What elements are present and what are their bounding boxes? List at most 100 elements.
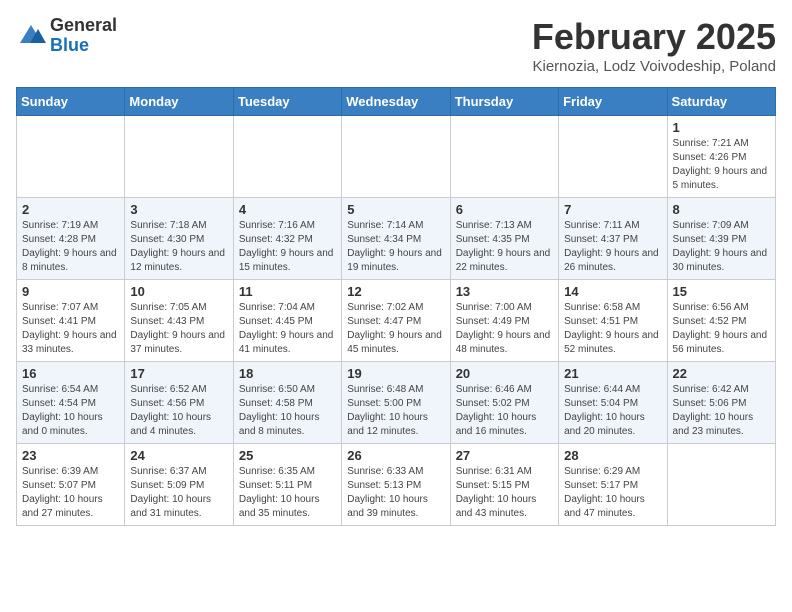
- calendar-week-1: 1 Sunrise: 7:21 AM Sunset: 4:26 PM Daylig…: [17, 116, 776, 198]
- day-number: 25: [239, 448, 336, 463]
- day-info: Sunrise: 6:37 AM Sunset: 5:09 PM Dayligh…: [130, 465, 227, 521]
- day-number: 28: [564, 448, 661, 463]
- day-number: 23: [22, 448, 119, 463]
- day-number: 5: [347, 202, 444, 217]
- day-info: Sunrise: 7:21 AM Sunset: 4:26 PM Dayligh…: [673, 137, 770, 193]
- day-number: 15: [673, 284, 770, 299]
- day-number: 20: [456, 366, 553, 381]
- calendar-cell: [667, 444, 775, 526]
- day-number: 9: [22, 284, 119, 299]
- logo-icon: [16, 21, 46, 51]
- day-info: Sunrise: 7:05 AM Sunset: 4:43 PM Dayligh…: [130, 301, 227, 357]
- calendar-cell: 15Sunrise: 6:56 AM Sunset: 4:52 PM Dayli…: [667, 280, 775, 362]
- calendar-cell: 10 Sunrise: 7:05 AM Sunset: 4:43 PM Dayli…: [125, 280, 233, 362]
- logo-text: General Blue: [50, 16, 117, 56]
- day-number: 21: [564, 366, 661, 381]
- day-number: 1: [673, 120, 770, 135]
- day-info: Sunrise: 7:09 AM Sunset: 4:39 PM Dayligh…: [673, 219, 770, 275]
- calendar-cell: [342, 116, 450, 198]
- day-info: Sunrise: 6:50 AM Sunset: 4:58 PM Dayligh…: [239, 383, 336, 439]
- calendar-subtitle: Kiernozia, Lodz Voivodeship, Poland: [532, 58, 776, 75]
- day-number: 14: [564, 284, 661, 299]
- day-info: Sunrise: 6:29 AM Sunset: 5:17 PM Dayligh…: [564, 465, 661, 521]
- day-info: Sunrise: 7:07 AM Sunset: 4:41 PM Dayligh…: [22, 301, 119, 357]
- day-number: 8: [673, 202, 770, 217]
- calendar-cell: 17Sunrise: 6:52 AM Sunset: 4:56 PM Dayli…: [125, 362, 233, 444]
- calendar-cell: 24 Sunrise: 6:37 AM Sunset: 5:09 PM Dayli…: [125, 444, 233, 526]
- calendar-week-2: 2 Sunrise: 7:19 AM Sunset: 4:28 PM Daylig…: [17, 198, 776, 280]
- day-info: Sunrise: 6:54 AM Sunset: 4:54 PM Dayligh…: [22, 383, 119, 439]
- calendar-cell: 11 Sunrise: 7:04 AM Sunset: 4:45 PM Dayli…: [233, 280, 341, 362]
- day-number: 4: [239, 202, 336, 217]
- calendar-cell: 9 Sunrise: 7:07 AM Sunset: 4:41 PM Daylig…: [17, 280, 125, 362]
- weekday-header-monday: Monday: [125, 88, 233, 116]
- day-number: 7: [564, 202, 661, 217]
- day-info: Sunrise: 6:46 AM Sunset: 5:02 PM Dayligh…: [456, 383, 553, 439]
- title-area: February 2025 Kiernozia, Lodz Voivodeshi…: [532, 16, 776, 75]
- day-number: 16: [22, 366, 119, 381]
- calendar-cell: 22Sunrise: 6:42 AM Sunset: 5:06 PM Dayli…: [667, 362, 775, 444]
- calendar-cell: 21 Sunrise: 6:44 AM Sunset: 5:04 PM Dayli…: [559, 362, 667, 444]
- day-info: Sunrise: 6:35 AM Sunset: 5:11 PM Dayligh…: [239, 465, 336, 521]
- calendar-cell: 27 Sunrise: 6:31 AM Sunset: 5:15 PM Dayli…: [450, 444, 558, 526]
- day-info: Sunrise: 7:16 AM Sunset: 4:32 PM Dayligh…: [239, 219, 336, 275]
- calendar-cell: 25 Sunrise: 6:35 AM Sunset: 5:11 PM Dayli…: [233, 444, 341, 526]
- calendar-cell: [125, 116, 233, 198]
- day-number: 10: [130, 284, 227, 299]
- calendar-week-5: 23 Sunrise: 6:39 AM Sunset: 5:07 PM Dayli…: [17, 444, 776, 526]
- day-info: Sunrise: 7:13 AM Sunset: 4:35 PM Dayligh…: [456, 219, 553, 275]
- logo-general: General: [50, 16, 117, 36]
- calendar-cell: 1 Sunrise: 7:21 AM Sunset: 4:26 PM Daylig…: [667, 116, 775, 198]
- calendar-cell: 6 Sunrise: 7:13 AM Sunset: 4:35 PM Daylig…: [450, 198, 558, 280]
- day-number: 12: [347, 284, 444, 299]
- day-info: Sunrise: 7:19 AM Sunset: 4:28 PM Dayligh…: [22, 219, 119, 275]
- day-number: 2: [22, 202, 119, 217]
- day-info: Sunrise: 6:31 AM Sunset: 5:15 PM Dayligh…: [456, 465, 553, 521]
- day-info: Sunrise: 7:04 AM Sunset: 4:45 PM Dayligh…: [239, 301, 336, 357]
- calendar-week-4: 16 Sunrise: 6:54 AM Sunset: 4:54 PM Dayli…: [17, 362, 776, 444]
- day-number: 24: [130, 448, 227, 463]
- day-number: 19: [347, 366, 444, 381]
- weekday-header-sunday: Sunday: [17, 88, 125, 116]
- day-number: 13: [456, 284, 553, 299]
- day-info: Sunrise: 7:02 AM Sunset: 4:47 PM Dayligh…: [347, 301, 444, 357]
- weekday-header-thursday: Thursday: [450, 88, 558, 116]
- calendar-cell: 4 Sunrise: 7:16 AM Sunset: 4:32 PM Daylig…: [233, 198, 341, 280]
- calendar-cell: [559, 116, 667, 198]
- weekday-header-row: SundayMondayTuesdayWednesdayThursdayFrid…: [17, 88, 776, 116]
- calendar-cell: 12 Sunrise: 7:02 AM Sunset: 4:47 PM Dayli…: [342, 280, 450, 362]
- calendar-cell: 3 Sunrise: 7:18 AM Sunset: 4:30 PM Daylig…: [125, 198, 233, 280]
- day-info: Sunrise: 7:14 AM Sunset: 4:34 PM Dayligh…: [347, 219, 444, 275]
- calendar-cell: 5 Sunrise: 7:14 AM Sunset: 4:34 PM Daylig…: [342, 198, 450, 280]
- day-info: Sunrise: 6:39 AM Sunset: 5:07 PM Dayligh…: [22, 465, 119, 521]
- calendar-cell: 23 Sunrise: 6:39 AM Sunset: 5:07 PM Dayli…: [17, 444, 125, 526]
- calendar-cell: 19 Sunrise: 6:48 AM Sunset: 5:00 PM Dayli…: [342, 362, 450, 444]
- calendar-cell: 20 Sunrise: 6:46 AM Sunset: 5:02 PM Dayli…: [450, 362, 558, 444]
- calendar-cell: 18Sunrise: 6:50 AM Sunset: 4:58 PM Dayli…: [233, 362, 341, 444]
- calendar-cell: [233, 116, 341, 198]
- day-info: Sunrise: 6:52 AM Sunset: 4:56 PM Dayligh…: [130, 383, 227, 439]
- calendar-cell: 8 Sunrise: 7:09 AM Sunset: 4:39 PM Daylig…: [667, 198, 775, 280]
- calendar-title: February 2025: [532, 16, 776, 58]
- weekday-header-tuesday: Tuesday: [233, 88, 341, 116]
- calendar-cell: [450, 116, 558, 198]
- day-number: 26: [347, 448, 444, 463]
- day-info: Sunrise: 6:48 AM Sunset: 5:00 PM Dayligh…: [347, 383, 444, 439]
- day-info: Sunrise: 6:44 AM Sunset: 5:04 PM Dayligh…: [564, 383, 661, 439]
- day-info: Sunrise: 7:00 AM Sunset: 4:49 PM Dayligh…: [456, 301, 553, 357]
- calendar-cell: 7 Sunrise: 7:11 AM Sunset: 4:37 PM Daylig…: [559, 198, 667, 280]
- calendar-cell: 14 Sunrise: 6:58 AM Sunset: 4:51 PM Dayli…: [559, 280, 667, 362]
- calendar-week-3: 9 Sunrise: 7:07 AM Sunset: 4:41 PM Daylig…: [17, 280, 776, 362]
- day-info: Sunrise: 7:18 AM Sunset: 4:30 PM Dayligh…: [130, 219, 227, 275]
- day-number: 27: [456, 448, 553, 463]
- day-number: 11: [239, 284, 336, 299]
- calendar-table: SundayMondayTuesdayWednesdayThursdayFrid…: [16, 87, 776, 526]
- calendar-cell: 26Sunrise: 6:33 AM Sunset: 5:13 PM Dayli…: [342, 444, 450, 526]
- day-info: Sunrise: 6:42 AM Sunset: 5:06 PM Dayligh…: [673, 383, 770, 439]
- header: General Blue February 2025 Kiernozia, Lo…: [16, 16, 776, 75]
- day-number: 3: [130, 202, 227, 217]
- day-info: Sunrise: 7:11 AM Sunset: 4:37 PM Dayligh…: [564, 219, 661, 275]
- day-info: Sunrise: 6:58 AM Sunset: 4:51 PM Dayligh…: [564, 301, 661, 357]
- calendar-cell: [17, 116, 125, 198]
- day-number: 6: [456, 202, 553, 217]
